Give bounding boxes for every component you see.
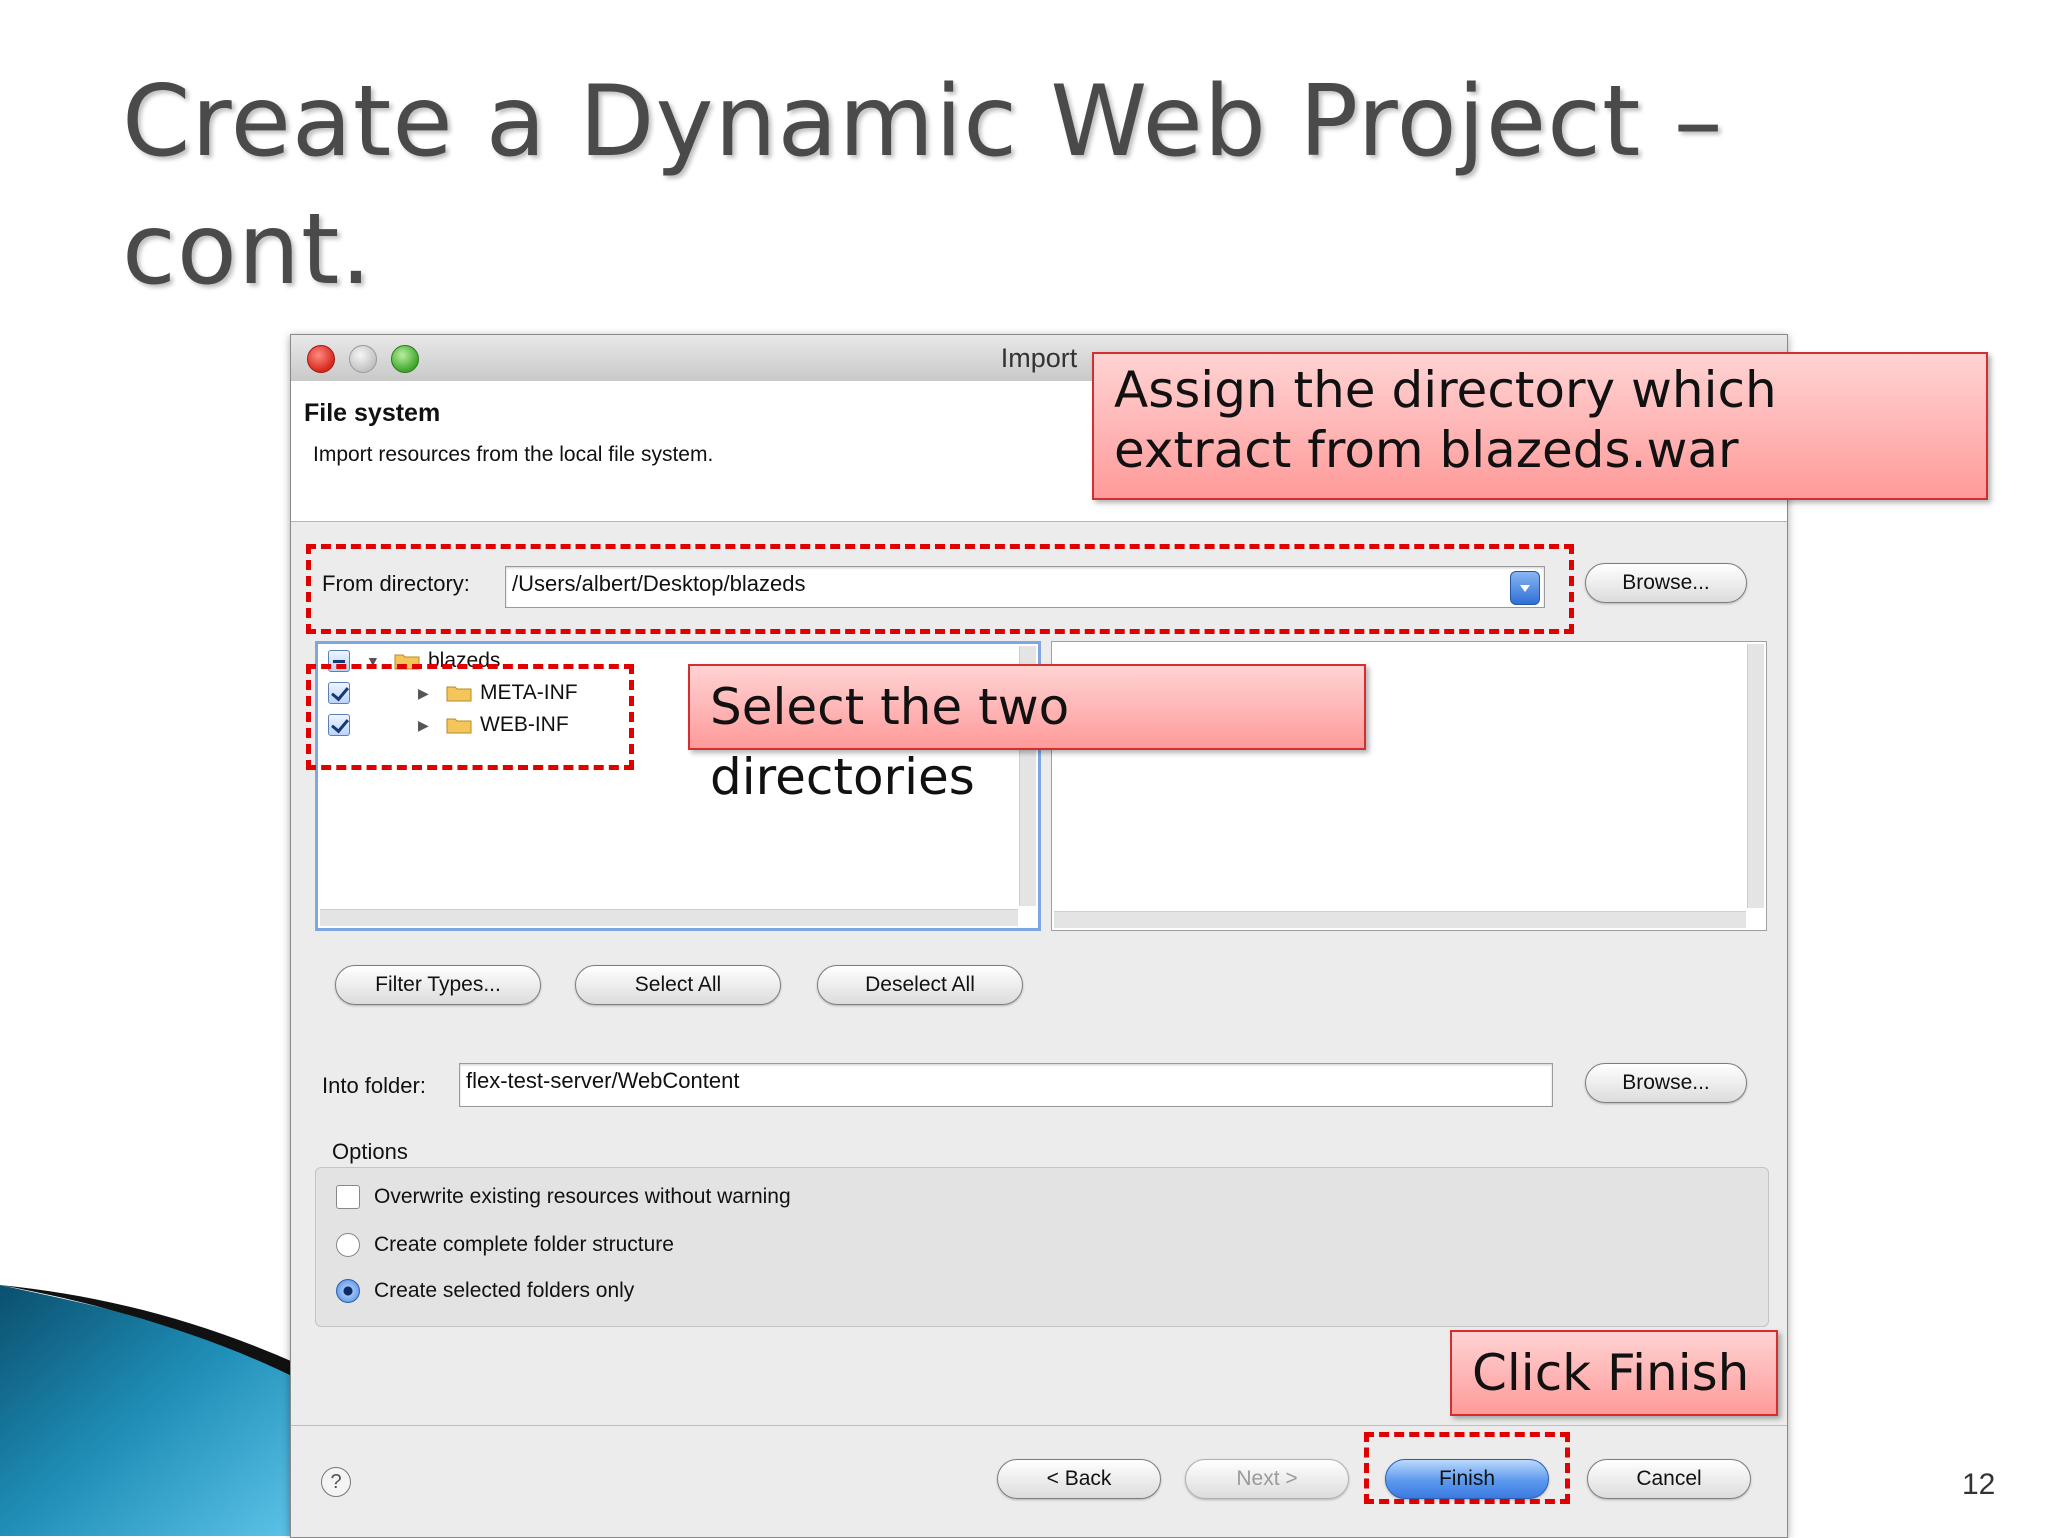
callout-select-directories: Select the two directories [688,664,1366,806]
slide-title-line-1: Create a Dynamic Web Project – [122,65,1724,179]
select-all-button[interactable]: Select All [575,965,781,1005]
overwrite-option[interactable]: Overwrite existing resources without war… [336,1182,1036,1212]
selected-only-label: Create selected folders only [374,1279,635,1302]
options-group: Overwrite existing resources without war… [315,1167,1769,1327]
browse-directory-button[interactable]: Browse... [1585,563,1747,603]
slide-title: Create a Dynamic Web Project – cont. [122,58,1822,314]
selected-only-option[interactable]: Create selected folders only [336,1276,1036,1306]
back-button[interactable]: < Back [997,1459,1161,1499]
slide-title-line-2: cont. [122,193,373,307]
finish-button-highlight [1364,1432,1570,1504]
page-number: 12 [1962,1468,1996,1501]
overwrite-label: Overwrite existing resources without war… [374,1185,791,1208]
deselect-all-button[interactable]: Deselect All [817,965,1023,1005]
tree-scrollbar-horizontal[interactable] [320,909,1018,926]
overwrite-checkbox[interactable] [336,1185,360,1209]
options-group-label: Options [332,1139,408,1164]
into-folder-label: Into folder: [322,1073,426,1098]
wizard-page-description: Import resources from the local file sys… [313,443,714,466]
callout-assign-directory: Assign the directory which extract from … [1092,352,1988,500]
selected-only-radio[interactable] [336,1279,360,1303]
list-scrollbar-vertical[interactable] [1747,644,1764,908]
from-directory-highlight [306,544,1574,634]
complete-structure-option[interactable]: Create complete folder structure [336,1230,1036,1260]
decorative-swoosh [0,1285,300,1536]
checked-directories-highlight [306,664,634,770]
cancel-button[interactable]: Cancel [1587,1459,1751,1499]
browse-folder-button[interactable]: Browse... [1585,1063,1747,1103]
complete-structure-radio[interactable] [336,1233,360,1257]
complete-structure-label: Create complete folder structure [374,1233,674,1256]
callout-click-finish: Click Finish [1450,1330,1778,1416]
filter-types-button[interactable]: Filter Types... [335,965,541,1005]
into-folder-value: flex-test-server/WebContent [466,1068,740,1093]
help-icon[interactable]: ? [321,1467,351,1497]
footer-separator [291,1425,1787,1426]
wizard-page-title: File system [304,399,441,427]
next-button[interactable]: Next > [1185,1459,1349,1499]
list-scrollbar-horizontal[interactable] [1054,911,1746,928]
into-folder-input[interactable]: flex-test-server/WebContent [459,1063,1553,1107]
